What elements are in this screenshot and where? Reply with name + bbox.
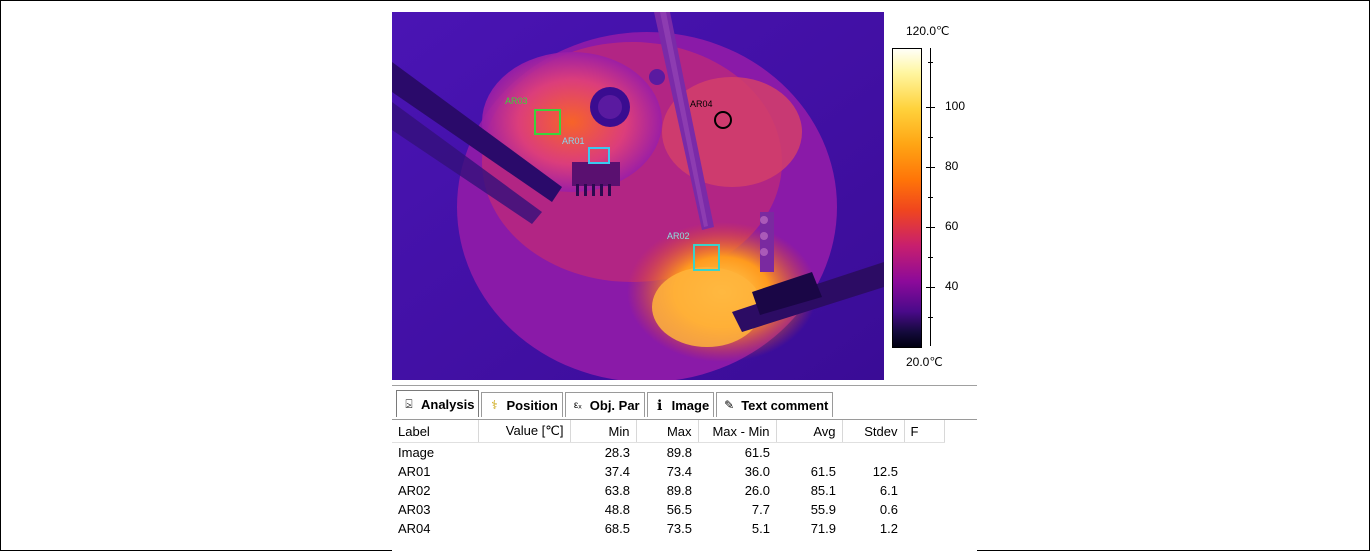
cell-max-min: 36.0 xyxy=(744,464,770,479)
cell-extra xyxy=(904,443,944,463)
tab-image[interactable]: ℹ Image xyxy=(646,392,715,417)
cell-stdev: 1.2 xyxy=(879,521,898,536)
column-header-max-min[interactable]: Max - Min xyxy=(698,420,777,443)
table-header-row: Label Value [℃] Min Max Max - Min Avg St… xyxy=(392,420,945,443)
cell-stdev xyxy=(842,443,904,463)
cell-extra xyxy=(904,500,944,519)
cell-max: 73.5 xyxy=(666,521,692,536)
roi-label-ar04: AR04 xyxy=(690,99,713,109)
scale-minor-tick xyxy=(928,62,933,63)
tab-label: Text comment xyxy=(741,397,829,413)
cell-extra xyxy=(904,462,944,481)
cell-label: AR01 xyxy=(398,464,431,479)
roi-label-ar03: AR03 xyxy=(505,96,528,106)
tab-text-comment[interactable]: ✎ Text comment xyxy=(716,392,834,417)
cell-label: AR02 xyxy=(398,483,431,498)
cell-max: 89.8 xyxy=(666,483,692,498)
cell-max: 89.8 xyxy=(666,445,692,460)
cell-min: 28.3 xyxy=(604,445,630,460)
column-header-max[interactable]: Max xyxy=(636,420,699,443)
position-icon: ⚕ xyxy=(491,398,498,412)
scale-label-100: 100 xyxy=(945,99,966,113)
scale-label-40: 40 xyxy=(945,279,959,293)
column-header-value[interactable]: Value [℃] xyxy=(478,420,571,443)
scale-tick-100 xyxy=(926,107,935,108)
tab-label: Obj. Par xyxy=(589,397,640,413)
cell-value xyxy=(478,519,570,538)
scale-max-label: 120.0℃ xyxy=(906,24,950,38)
cell-min: 37.4 xyxy=(604,464,630,479)
cell-max-min: 61.5 xyxy=(744,445,770,460)
thermal-image-graphic xyxy=(392,12,884,380)
cell-max: 56.5 xyxy=(666,502,692,517)
cell-value xyxy=(478,481,570,500)
column-header-truncated[interactable]: F xyxy=(904,420,945,443)
scale-tick-40 xyxy=(926,287,935,288)
cell-label: AR03 xyxy=(398,502,431,517)
cell-label: AR04 xyxy=(398,521,431,536)
table-row[interactable]: AR04 68.5 73.5 5.1 71.9 1.2 xyxy=(392,519,944,538)
tab-position[interactable]: ⚕ Position xyxy=(481,392,563,417)
cell-avg: 71.9 xyxy=(810,521,836,536)
cell-avg: 55.9 xyxy=(810,502,836,517)
thermal-image[interactable]: AR03 AR01 AR04 AR02 xyxy=(392,12,884,380)
cell-avg xyxy=(776,443,842,463)
scale-minor-tick xyxy=(928,197,933,198)
table-row[interactable]: AR01 37.4 73.4 36.0 61.5 12.5 xyxy=(392,462,944,481)
scale-label-80: 80 xyxy=(945,159,959,173)
analysis-icon: ⍄ xyxy=(405,396,413,411)
cell-stdev: 0.6 xyxy=(879,502,898,517)
tab-label: Analysis xyxy=(421,396,475,412)
column-header-avg[interactable]: Avg xyxy=(776,420,843,443)
tab-analysis[interactable]: ⍄ Analysis xyxy=(396,390,480,417)
roi-label-ar01: AR01 xyxy=(562,136,585,146)
object-parameter-icon: εₓ xyxy=(573,399,582,411)
info-icon: ℹ xyxy=(656,396,663,413)
cell-max-min: 5.1 xyxy=(751,521,770,536)
table-row[interactable]: AR03 48.8 56.5 7.7 55.9 0.6 xyxy=(392,500,944,519)
scale-min-label: 20.0℃ xyxy=(906,355,943,369)
cell-extra xyxy=(904,481,944,500)
cell-max: 73.4 xyxy=(666,464,692,479)
cell-max-min: 26.0 xyxy=(744,483,770,498)
scale-tick-60 xyxy=(926,227,935,228)
cell-avg: 85.1 xyxy=(810,483,836,498)
color-scale: 120.0℃ 100 80 60 40 20.0℃ xyxy=(884,12,972,380)
cell-min: 63.8 xyxy=(604,483,630,498)
scale-minor-tick xyxy=(928,317,933,318)
column-header-min[interactable]: Min xyxy=(570,420,637,443)
text-comment-icon: ✎ xyxy=(724,398,735,412)
cell-value xyxy=(478,500,570,519)
tab-label: Position xyxy=(506,397,558,413)
cell-stdev: 6.1 xyxy=(879,483,898,498)
cell-min: 68.5 xyxy=(604,521,630,536)
tab-obj-par[interactable]: εₓ Obj. Par xyxy=(564,392,645,417)
cell-value xyxy=(478,443,570,463)
cell-label: Image xyxy=(398,445,435,460)
tab-bar: ⍄ Analysis ⚕ Position εₓ Obj. Par ℹ Imag… xyxy=(392,385,977,420)
cell-avg: 61.5 xyxy=(810,464,836,479)
cell-stdev: 12.5 xyxy=(872,464,898,479)
table-row[interactable]: AR02 63.8 89.8 26.0 85.1 6.1 xyxy=(392,481,944,500)
column-header-label[interactable]: Label xyxy=(392,420,479,443)
cell-max-min: 7.7 xyxy=(751,502,770,517)
scale-gradient-bar xyxy=(892,48,922,348)
scale-tick-80 xyxy=(926,167,935,168)
roi-label-ar02: AR02 xyxy=(667,231,690,241)
column-header-stdev[interactable]: Stdev xyxy=(842,420,905,443)
cell-value xyxy=(478,462,570,481)
analysis-table: Label Value [℃] Min Max Max - Min Avg St… xyxy=(392,420,977,551)
cell-extra xyxy=(904,519,944,538)
scale-minor-tick xyxy=(928,137,933,138)
cell-min: 48.8 xyxy=(604,502,630,517)
scale-label-60: 60 xyxy=(945,219,959,233)
tab-label: Image xyxy=(671,397,710,413)
table-row[interactable]: Image 28.3 89.8 61.5 xyxy=(392,443,944,463)
scale-minor-tick xyxy=(928,257,933,258)
